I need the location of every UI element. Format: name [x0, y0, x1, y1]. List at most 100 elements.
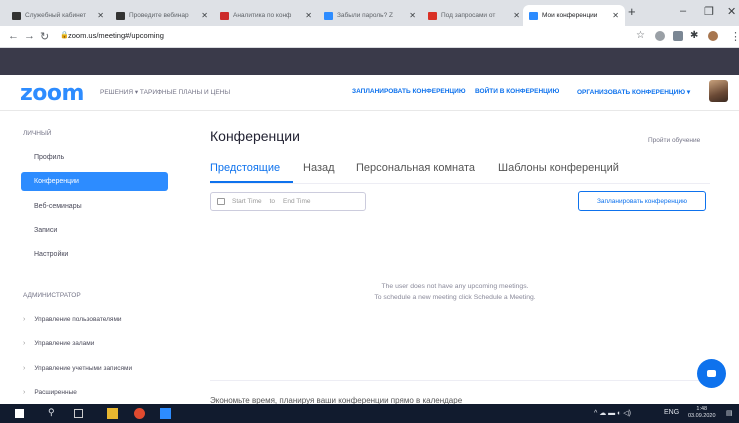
maximize-icon[interactable]: ❐	[704, 5, 714, 18]
gmail-icon	[428, 11, 437, 20]
tab-favicon-icon	[324, 11, 333, 20]
forward-icon[interactable]: →	[24, 30, 35, 42]
chevron-right-icon: ›	[23, 340, 26, 347]
browser-tab[interactable]: Забыли пароль? Z ✕	[318, 5, 422, 26]
browser-tab-label: Служебный кабинет	[25, 12, 87, 19]
minimize-icon[interactable]: –	[680, 5, 686, 17]
close-tab-icon[interactable]: ✕	[612, 11, 619, 20]
chevron-right-icon: ›	[23, 316, 26, 323]
tab-upcoming[interactable]: Предстоящие	[210, 162, 280, 174]
sidebar-item-label: Профиль	[34, 154, 65, 161]
close-tab-icon[interactable]: ✕	[97, 11, 104, 20]
host-meeting-link[interactable]: ОРГАНИЗОВАТЬ КОНФЕРЕНЦИЮ ▾	[577, 88, 690, 96]
close-tab-icon[interactable]: ✕	[513, 11, 520, 20]
sidebar-item-recordings[interactable]: Записи	[21, 221, 168, 240]
empty-state-line: To schedule a new meeting click Schedule…	[374, 294, 536, 301]
chevron-right-icon: ›	[23, 389, 26, 396]
empty-state-message: The user does not have any upcoming meet…	[330, 281, 580, 303]
browser-tab[interactable]: Служебный кабинет ✕	[6, 5, 110, 26]
tab-favicon-icon	[220, 11, 229, 20]
tab-personal-room[interactable]: Персональная комната	[356, 162, 475, 174]
task-view-icon[interactable]	[74, 409, 83, 418]
close-tab-icon[interactable]: ✕	[201, 11, 208, 20]
close-tab-icon[interactable]: ✕	[305, 11, 312, 20]
sidebar-item-label: Настройки	[34, 251, 69, 258]
browser-tab[interactable]: Под запросами от ✕	[422, 5, 526, 26]
clock-date: 03.09.2020	[688, 413, 716, 419]
chat-bubble-icon	[707, 370, 716, 377]
tab-divider	[210, 183, 710, 184]
sidebar-item-profile[interactable]: Профиль	[21, 148, 168, 167]
reload-icon[interactable]: ↻	[40, 30, 49, 43]
tray-icons[interactable]: ^ ☁ ▬ ◐ ◁)	[594, 409, 631, 417]
user-avatar[interactable]	[709, 80, 728, 102]
menu-kebab-icon[interactable]: ⋮	[730, 30, 739, 43]
search-icon[interactable]: ⚲	[48, 407, 55, 418]
sidebar-item-label: Управление залами	[34, 340, 95, 347]
chat-help-button[interactable]	[697, 359, 726, 388]
tab-favicon-icon	[116, 11, 125, 20]
sidebar-item-label: Управление пользователями	[34, 316, 122, 323]
sidebar-heading-personal: ЛИЧНЫЙ	[23, 130, 52, 137]
zoom-header: zoom РЕШЕНИЯ ▾ ТАРИФНЫЕ ПЛАНЫ И ЦЕНЫ ЗАП…	[0, 75, 739, 111]
url-field[interactable]: zoom.us/meeting#/upcoming	[68, 31, 164, 40]
sidebar-item-user-management[interactable]: › Управление пользователями	[23, 316, 122, 323]
browser-tab-label: Проведите вебинар	[129, 12, 189, 19]
zoom-logo[interactable]: zoom	[20, 81, 84, 106]
clock-time: 1:48	[696, 406, 708, 412]
tab-favicon-icon	[529, 11, 538, 20]
sidebar-item-label: Управление учетными записями	[34, 365, 133, 372]
windows-taskbar: ⚲ ^ ☁ ▬ ◐ ◁) ENG 1:48 03.09.2020 ▤	[0, 404, 739, 423]
tab-meeting-templates[interactable]: Шаблоны конференций	[498, 162, 619, 174]
profile-avatar-icon[interactable]	[708, 31, 718, 41]
extension-icon[interactable]	[673, 31, 683, 41]
sidebar-item-label: Записи	[34, 227, 58, 234]
sidebar-item-label: Конференции	[34, 178, 79, 185]
sidebar-heading-admin: АДМИНИСТРАТОР	[23, 292, 81, 299]
join-meeting-link[interactable]: ВОЙТИ В КОНФЕРЕНЦИЮ	[475, 88, 559, 95]
close-tab-icon[interactable]: ✕	[409, 11, 416, 20]
sidebar-item-settings[interactable]: Настройки	[21, 245, 168, 264]
tab-favicon-icon	[12, 11, 21, 20]
tab-previous[interactable]: Назад	[303, 162, 335, 174]
app-icon[interactable]	[160, 408, 171, 419]
browser-tab-label: Забыли пароль? Z	[337, 12, 393, 19]
sidebar-item-advanced[interactable]: › Расширенные	[23, 389, 77, 396]
chrome-icon[interactable]	[134, 408, 145, 419]
browser-tab-label: Под запросами от	[441, 12, 496, 19]
top-dark-band	[0, 48, 739, 75]
language-indicator[interactable]: ENG	[664, 409, 679, 416]
extension-icon[interactable]	[655, 31, 665, 41]
windows-start-icon[interactable]	[15, 409, 24, 418]
file-explorer-icon[interactable]	[107, 408, 118, 419]
close-window-icon[interactable]: ✕	[727, 5, 736, 18]
date-range-separator: to	[269, 198, 276, 205]
browser-tab-strip: Служебный кабинет ✕ Проведите вебинар ✕ …	[0, 0, 739, 26]
section-divider	[210, 380, 710, 381]
sidebar-item-account-management[interactable]: › Управление учетными записями	[23, 365, 132, 372]
sidebar-item-meetings[interactable]: Конференции	[21, 172, 168, 191]
calendar-icon	[217, 198, 225, 205]
top-nav[interactable]: РЕШЕНИЯ ▾ ТАРИФНЫЕ ПЛАНЫ И ЦЕНЫ	[100, 88, 230, 96]
sidebar-item-room-management[interactable]: › Управление залами	[23, 340, 94, 347]
back-icon[interactable]: ←	[8, 30, 19, 42]
end-time-input[interactable]: End Time	[283, 198, 310, 205]
extensions-puzzle-icon[interactable]: ✱	[690, 30, 698, 41]
bookmark-star-icon[interactable]: ☆	[636, 30, 645, 41]
browser-tab-active[interactable]: Мои конференции ✕	[523, 5, 625, 26]
sidebar-item-webinars[interactable]: Веб-семинары	[21, 197, 168, 216]
schedule-meeting-link[interactable]: ЗАПЛАНИРОВАТЬ КОНФЕРЕНЦИЮ	[352, 88, 466, 95]
learn-link[interactable]: Пройти обучение	[648, 137, 700, 144]
sidebar-item-label: Веб-семинары	[34, 203, 82, 210]
new-tab-icon[interactable]: +	[628, 4, 636, 19]
notifications-icon[interactable]: ▤	[726, 409, 733, 417]
start-time-input[interactable]: Start Time	[232, 198, 262, 205]
sidebar-item-label: Расширенные	[34, 389, 77, 396]
clock[interactable]: 1:48 03.09.2020	[688, 406, 716, 420]
schedule-meeting-button[interactable]: Запланировать конференцию	[578, 191, 706, 211]
date-range-picker[interactable]: Start Time to End Time	[210, 192, 366, 211]
address-bar: ← → ↻ 🔒 zoom.us/meeting#/upcoming ☆ ✱ ⋮	[0, 26, 739, 48]
empty-state-line: The user does not have any upcoming meet…	[381, 283, 529, 290]
browser-tab[interactable]: Аналитика по конф ✕	[214, 5, 318, 26]
browser-tab[interactable]: Проведите вебинар ✕	[110, 5, 214, 26]
